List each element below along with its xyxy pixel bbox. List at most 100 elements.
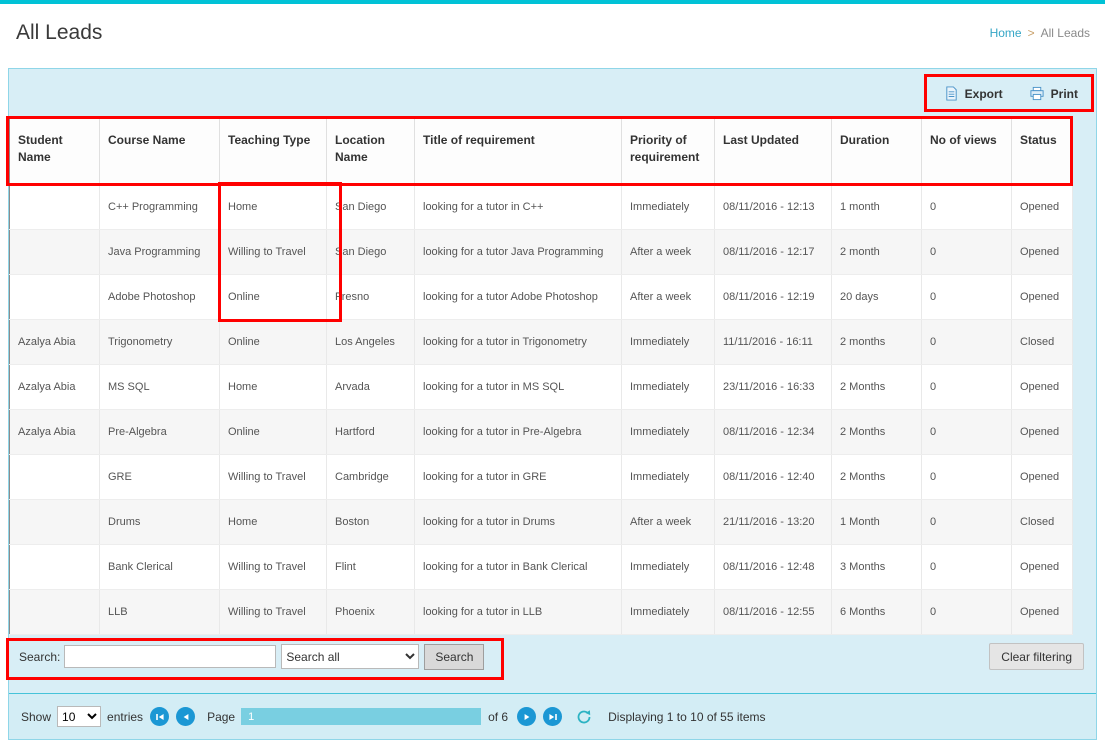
export-button[interactable]: Export: [944, 86, 1003, 101]
search-button[interactable]: Search: [424, 644, 484, 670]
table-cell: Home: [220, 184, 327, 229]
table-cell: Opened: [1012, 454, 1073, 499]
breadcrumb-home-link[interactable]: Home: [990, 26, 1022, 40]
page-header: All Leads Home > All Leads: [0, 4, 1105, 62]
page-input[interactable]: [241, 708, 481, 725]
table-cell: 08/11/2016 - 12:55: [715, 589, 832, 634]
table-cell: looking for a tutor in MS SQL: [415, 364, 622, 409]
table-row[interactable]: Azalya AbiaTrigonometryOnlineLos Angeles…: [10, 319, 1073, 364]
table-cell: 21/11/2016 - 13:20: [715, 499, 832, 544]
show-label: Show: [21, 710, 51, 724]
table-cell: 3 Months: [832, 544, 922, 589]
prev-page-button[interactable]: [176, 707, 195, 726]
table-cell: Arvada: [327, 364, 415, 409]
table-cell: Azalya Abia: [10, 319, 100, 364]
table-cell: looking for a tutor in Trigonometry: [415, 319, 622, 364]
table-cell: Trigonometry: [100, 319, 220, 364]
table-cell: Immediately: [622, 544, 715, 589]
table-cell: 2 months: [832, 319, 922, 364]
table-cell: 0: [922, 319, 1012, 364]
table-cell: Azalya Abia: [10, 409, 100, 454]
table-cell: 0: [922, 589, 1012, 634]
refresh-icon[interactable]: [576, 709, 592, 725]
table-cell: Bank Clerical: [100, 544, 220, 589]
table-cell: Opened: [1012, 589, 1073, 634]
column-header[interactable]: Student Name: [10, 118, 100, 184]
column-header[interactable]: No of views: [922, 118, 1012, 184]
prev-arrow-icon: [181, 712, 191, 722]
search-filter-select[interactable]: Search all: [281, 644, 419, 669]
search-label: Search:: [19, 650, 60, 664]
table-cell: 08/11/2016 - 12:13: [715, 184, 832, 229]
table-cell: 1 Month: [832, 499, 922, 544]
column-header[interactable]: Last Updated: [715, 118, 832, 184]
content-panel: Export Print Student NameCourse NameTeac…: [8, 68, 1097, 740]
table-cell: 6 Months: [832, 589, 922, 634]
table-cell: Online: [220, 409, 327, 454]
table-cell: Opened: [1012, 364, 1073, 409]
table-row[interactable]: Java ProgrammingWilling to TravelSan Die…: [10, 229, 1073, 274]
last-page-button[interactable]: [543, 707, 562, 726]
column-header[interactable]: Course Name: [100, 118, 220, 184]
leads-table: Student NameCourse NameTeaching TypeLoca…: [9, 118, 1073, 635]
column-header[interactable]: Title of requirement: [415, 118, 622, 184]
table-cell: Immediately: [622, 409, 715, 454]
column-header[interactable]: Teaching Type: [220, 118, 327, 184]
displaying-status: Displaying 1 to 10 of 55 items: [608, 710, 765, 724]
table-row[interactable]: GREWilling to TravelCambridgelooking for…: [10, 454, 1073, 499]
table-cell: Fresno: [327, 274, 415, 319]
table-cell: Willing to Travel: [220, 229, 327, 274]
table-row[interactable]: Azalya AbiaMS SQLHomeArvadalooking for a…: [10, 364, 1073, 409]
table-cell: Adobe Photoshop: [100, 274, 220, 319]
table-cell: After a week: [622, 499, 715, 544]
table-row[interactable]: Adobe PhotoshopOnlineFresnolooking for a…: [10, 274, 1073, 319]
table-cell: Immediately: [622, 364, 715, 409]
table-cell: [10, 589, 100, 634]
table-cell: Hartford: [327, 409, 415, 454]
entries-select[interactable]: 10: [57, 706, 101, 727]
table-cell: GRE: [100, 454, 220, 499]
page: All Leads Home > All Leads Export Print: [0, 0, 1105, 743]
first-page-button[interactable]: [150, 707, 169, 726]
table-cell: Cambridge: [327, 454, 415, 499]
table-row[interactable]: Azalya AbiaPre-AlgebraOnlineHartfordlook…: [10, 409, 1073, 454]
table-cell: Willing to Travel: [220, 454, 327, 499]
table-cell: Opened: [1012, 544, 1073, 589]
table-cell: looking for a tutor in GRE: [415, 454, 622, 499]
table-row[interactable]: C++ ProgrammingHomeSan Diegolooking for …: [10, 184, 1073, 229]
table-row[interactable]: DrumsHomeBostonlooking for a tutor in Dr…: [10, 499, 1073, 544]
next-page-button[interactable]: [517, 707, 536, 726]
table-cell: Online: [220, 274, 327, 319]
table-cell: Willing to Travel: [220, 589, 327, 634]
table-body: C++ ProgrammingHomeSan Diegolooking for …: [10, 184, 1073, 634]
column-header[interactable]: Location Name: [327, 118, 415, 184]
search-input[interactable]: [64, 645, 276, 668]
clear-filtering-button[interactable]: Clear filtering: [989, 643, 1084, 670]
print-button[interactable]: Print: [1029, 86, 1078, 101]
table-cell: 11/11/2016 - 16:11: [715, 319, 832, 364]
table-row[interactable]: LLBWilling to TravelPhoenixlooking for a…: [10, 589, 1073, 634]
table-cell: Willing to Travel: [220, 544, 327, 589]
table-cell: Home: [220, 364, 327, 409]
table-header-row: Student NameCourse NameTeaching TypeLoca…: [10, 118, 1073, 184]
table-cell: 0: [922, 274, 1012, 319]
table-cell: looking for a tutor in C++: [415, 184, 622, 229]
table-cell: Immediately: [622, 184, 715, 229]
table-cell: MS SQL: [100, 364, 220, 409]
column-header[interactable]: Status: [1012, 118, 1073, 184]
search-bar: Search: Search all Search Clear filterin…: [9, 635, 1096, 679]
table-row[interactable]: Bank ClericalWilling to TravelFlintlooki…: [10, 544, 1073, 589]
printer-icon: [1029, 86, 1045, 101]
table-cell: 08/11/2016 - 12:19: [715, 274, 832, 319]
table-cell: [10, 229, 100, 274]
column-header[interactable]: Duration: [832, 118, 922, 184]
table-cell: Closed: [1012, 499, 1073, 544]
table-cell: Opened: [1012, 184, 1073, 229]
table-cell: Opened: [1012, 229, 1073, 274]
table-cell: 08/11/2016 - 12:17: [715, 229, 832, 274]
table-cell: 08/11/2016 - 12:34: [715, 409, 832, 454]
table-cell: 0: [922, 364, 1012, 409]
column-header[interactable]: Priority of requirement: [622, 118, 715, 184]
table-cell: looking for a tutor in LLB: [415, 589, 622, 634]
table-cell: Immediately: [622, 319, 715, 364]
